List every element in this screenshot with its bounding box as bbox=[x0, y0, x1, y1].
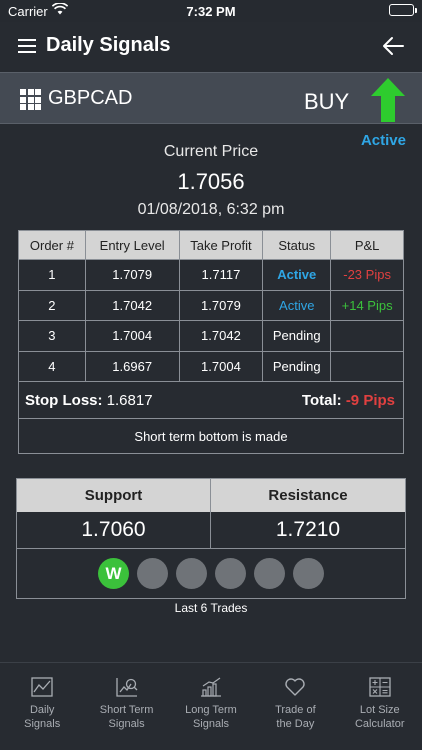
order-number: 2 bbox=[18, 289, 86, 321]
table-header-row: Order # Entry Level Take Profit Status P… bbox=[18, 230, 404, 260]
battery-icon bbox=[389, 4, 417, 16]
take-profit: 1.7079 bbox=[178, 289, 264, 321]
tab-label-line2: Signals bbox=[24, 718, 61, 730]
up-arrow-icon bbox=[370, 77, 406, 128]
last-trades: W bbox=[17, 549, 405, 598]
take-profit: 1.7042 bbox=[178, 320, 264, 352]
last-trades-label: Last 6 Trades bbox=[174, 601, 248, 615]
bar-chart-icon bbox=[200, 677, 221, 697]
column-header-pl: P&L bbox=[330, 230, 404, 260]
trade-result-empty bbox=[176, 558, 207, 589]
tab-daily-signals[interactable]: Daily Signals bbox=[0, 663, 84, 750]
trade-result-empty bbox=[137, 558, 168, 589]
current-price: 1.7056 bbox=[177, 169, 245, 194]
stop-loss-value: 1.6817 bbox=[106, 392, 153, 409]
pair-symbol: GBPCAD bbox=[48, 87, 133, 109]
order-status: Pending bbox=[262, 320, 332, 352]
order-number: 4 bbox=[18, 350, 86, 382]
tab-label-line1: Lot Size bbox=[359, 704, 400, 716]
total-label: Total: bbox=[301, 392, 342, 409]
support-label: Support bbox=[17, 479, 211, 512]
trade-result-empty bbox=[293, 558, 324, 589]
clock: 7:32 PM bbox=[186, 4, 236, 19]
order-number: 1 bbox=[18, 259, 86, 291]
total-value: -9 Pips bbox=[345, 392, 395, 409]
tab-bar: Daily Signals Short Term Signals Long Te… bbox=[0, 662, 422, 750]
levels-values: 1.7060 1.7210 bbox=[17, 512, 405, 549]
take-profit: 1.7004 bbox=[178, 350, 264, 382]
order-status: Active bbox=[262, 259, 332, 291]
trade-result-empty bbox=[254, 558, 285, 589]
nav-bar: Daily Signals bbox=[0, 22, 422, 72]
order-number: 3 bbox=[18, 320, 86, 352]
menu-icon[interactable] bbox=[18, 39, 36, 55]
tab-label-line2: the Day bbox=[276, 718, 315, 730]
trade-result-win: W bbox=[98, 558, 129, 589]
trade-result-empty bbox=[215, 558, 246, 589]
back-arrow-icon[interactable] bbox=[382, 36, 404, 61]
order-pl bbox=[330, 320, 404, 352]
stop-loss: Stop Loss: 1.6817 bbox=[25, 392, 153, 409]
tab-label-line1: Trade of bbox=[275, 704, 316, 716]
table-row: 1 1.7079 1.7117 Active -23 Pips bbox=[18, 259, 404, 291]
tab-label-line1: Short Term bbox=[99, 704, 154, 716]
signal-direction: BUY bbox=[304, 89, 350, 114]
order-status: Active bbox=[262, 289, 332, 321]
tab-trade-of-the-day[interactable]: Trade of the Day bbox=[253, 663, 337, 750]
column-header-order: Order # bbox=[18, 230, 86, 260]
tab-label-line2: Signals bbox=[108, 718, 145, 730]
chart-icon bbox=[31, 677, 53, 697]
column-header-entry: Entry Level bbox=[84, 230, 180, 260]
calculator-icon bbox=[369, 677, 391, 697]
signal-comment: Short term bottom is made bbox=[19, 418, 403, 453]
table-row: 2 1.7042 1.7079 Active +14 Pips bbox=[18, 289, 404, 321]
support-value: 1.7060 bbox=[17, 512, 211, 548]
entry-level: 1.7079 bbox=[84, 259, 180, 291]
order-pl: -23 Pips bbox=[330, 259, 404, 291]
column-header-take-profit: Take Profit bbox=[178, 230, 264, 260]
order-pl bbox=[330, 350, 404, 382]
total-pl: Total: -9 Pips bbox=[302, 392, 395, 409]
entry-level: 1.7042 bbox=[84, 289, 180, 321]
stop-loss-label: Stop Loss: bbox=[25, 392, 103, 409]
resistance-value: 1.7210 bbox=[275, 518, 341, 541]
order-status: Pending bbox=[262, 350, 332, 382]
status-bar: Carrier 7:32 PM bbox=[0, 0, 422, 22]
table-row: 3 1.7004 1.7042 Pending bbox=[18, 320, 404, 352]
heart-icon bbox=[285, 678, 306, 696]
tab-short-term-signals[interactable]: Short Term Signals bbox=[84, 663, 168, 750]
tab-label-line2: Signals bbox=[192, 718, 230, 730]
orders-table: Order # Entry Level Take Profit Status P… bbox=[18, 230, 404, 382]
tab-label-line2: Calculator bbox=[354, 718, 405, 730]
tab-label-line1: Long Term bbox=[185, 704, 237, 716]
grid-icon bbox=[20, 89, 41, 110]
tab-long-term-signals[interactable]: Long Term Signals bbox=[169, 663, 253, 750]
price-datetime: 01/08/2018, 6:32 pm bbox=[137, 201, 285, 218]
tab-label-line1: Daily bbox=[29, 704, 55, 716]
column-header-status: Status bbox=[262, 230, 332, 260]
table-row: 4 1.6967 1.7004 Pending bbox=[18, 350, 404, 382]
page-title: Daily Signals bbox=[46, 34, 171, 56]
price-label: Current Price bbox=[163, 143, 259, 160]
tab-lot-size-calculator[interactable]: Lot Size Calculator bbox=[338, 663, 422, 750]
take-profit: 1.7117 bbox=[178, 259, 264, 291]
resistance-label: Resistance bbox=[268, 487, 348, 504]
entry-level: 1.7004 bbox=[84, 320, 180, 352]
entry-level: 1.6967 bbox=[84, 350, 180, 382]
order-summary: Stop Loss: 1.6817 Total: -9 Pips Short t… bbox=[18, 382, 404, 454]
short-term-chart-icon bbox=[115, 678, 138, 697]
levels-header: Support Resistance bbox=[17, 479, 405, 512]
order-pl: +14 Pips bbox=[330, 289, 404, 321]
levels-panel: Support Resistance 1.7060 1.7210 W bbox=[16, 478, 406, 599]
pair-bar: GBPCAD BUY bbox=[0, 72, 422, 124]
